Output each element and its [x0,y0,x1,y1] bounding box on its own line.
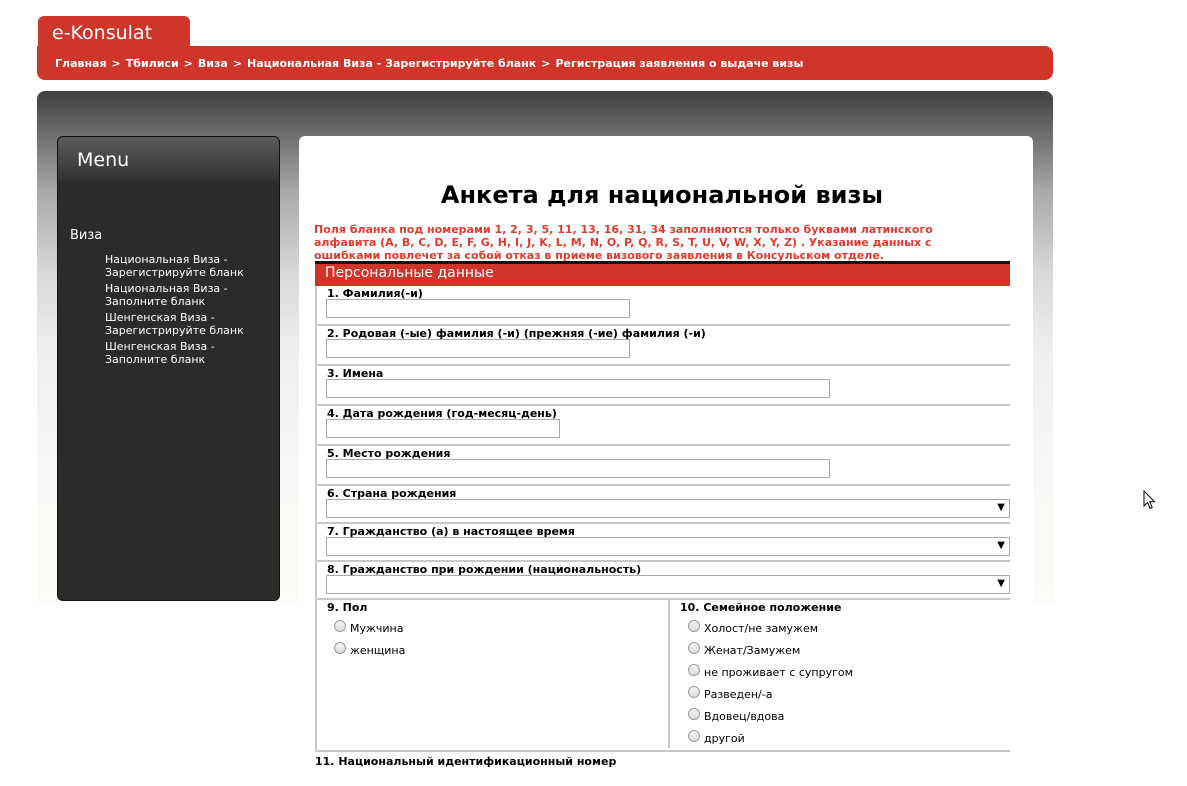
row-divider [315,560,1010,562]
menu-item-national-visa-register[interactable]: Национальная Виза - Зарегистрируйте блан… [105,253,265,279]
row-divider [315,598,1010,600]
breadcrumb-separator: > [183,57,193,70]
field-label-sex: 9. Пол [327,601,368,614]
menu-item-national-visa-fill[interactable]: Национальная Виза - Заполните бланк [105,282,265,308]
row-divider [315,324,1010,326]
surname-input[interactable] [326,299,630,318]
menu-item-schengen-visa-fill[interactable]: Шенгенская Виза - Заполните бланк [105,340,265,366]
sidebar-menu: Menu Виза Национальная Виза - Зарегистри… [57,136,280,601]
breadcrumb-item-visa[interactable]: Виза [198,57,228,70]
field-label-national-id: 11. Национальный идентификационный номер [315,755,617,768]
marital-radio-widowed[interactable] [688,708,700,720]
sex-option-female-label: женщина [350,644,406,657]
birth-date-input[interactable] [326,419,560,438]
marital-radio-separated[interactable] [688,664,700,676]
marital-option-widowed-label: Вдовец/вдова [704,710,785,723]
row-divider [315,522,1010,524]
dropdown-arrow-icon: ▼ [997,502,1005,513]
row-divider [315,444,1010,446]
column-divider [668,598,670,748]
field-label-marital-status: 10. Семейное положение [680,601,842,614]
sex-radio-male[interactable] [334,620,346,632]
row-divider [315,750,1010,752]
row-divider [315,404,1010,406]
breadcrumb-separator: > [541,57,551,70]
marital-radio-married[interactable] [688,642,700,654]
dropdown-arrow-icon: ▼ [997,540,1005,551]
given-names-input[interactable] [326,379,830,398]
marital-radio-other[interactable] [688,730,700,742]
birth-surname-input[interactable] [326,339,630,358]
mouse-cursor-icon [1143,490,1156,510]
current-citizenship-select[interactable]: ▼ [326,537,1010,556]
marital-option-separated-label: не проживает с супругом [704,666,853,679]
form-left-border [315,286,317,752]
breadcrumb-separator: > [232,57,242,70]
row-divider [315,484,1010,486]
breadcrumb: Главная > Тбилиси > Виза > Национальная Виза -… [55,57,803,70]
birth-place-input[interactable] [326,459,830,478]
sex-radio-female[interactable] [334,642,346,654]
breadcrumb-item-home[interactable]: Главная [55,57,107,70]
marital-option-other-label: другой [704,732,745,745]
sex-option-male-label: Мужчина [350,622,404,635]
marital-radio-divorced[interactable] [688,686,700,698]
app-logo[interactable]: e-Konsulat [52,22,152,44]
marital-option-married-label: Женат/Замужем [704,644,801,657]
breadcrumb-item-tbilisi[interactable]: Тбилиси [126,57,179,70]
marital-option-divorced-label: Разведен/-а [704,688,773,701]
form-title: Анкета для национальной визы [440,181,884,209]
menu-section-visa[interactable]: Виза [70,228,102,243]
menu-title: Menu [77,149,130,171]
breadcrumb-separator: > [111,57,121,70]
dropdown-arrow-icon: ▼ [997,578,1005,589]
birth-country-select[interactable]: ▼ [326,499,1010,518]
menu-item-schengen-visa-register[interactable]: Шенгенская Виза - Зарегистрируйте бланк [105,311,265,337]
latin-letters-warning: Поля бланка под номерами 1, 2, 3, 5, 11,… [314,223,933,262]
breadcrumb-item-national-visa-register[interactable]: Национальная Виза - Зарегистрируйте блан… [247,57,536,70]
marital-option-single-label: Холост/не замужем [704,622,819,635]
birth-citizenship-select[interactable]: ▼ [326,575,1010,594]
marital-radio-single[interactable] [688,620,700,632]
section-title: Персональные данные [325,265,494,281]
row-divider [315,364,1010,366]
breadcrumb-item-current: Регистрация заявления о выдаче визы [555,57,804,70]
